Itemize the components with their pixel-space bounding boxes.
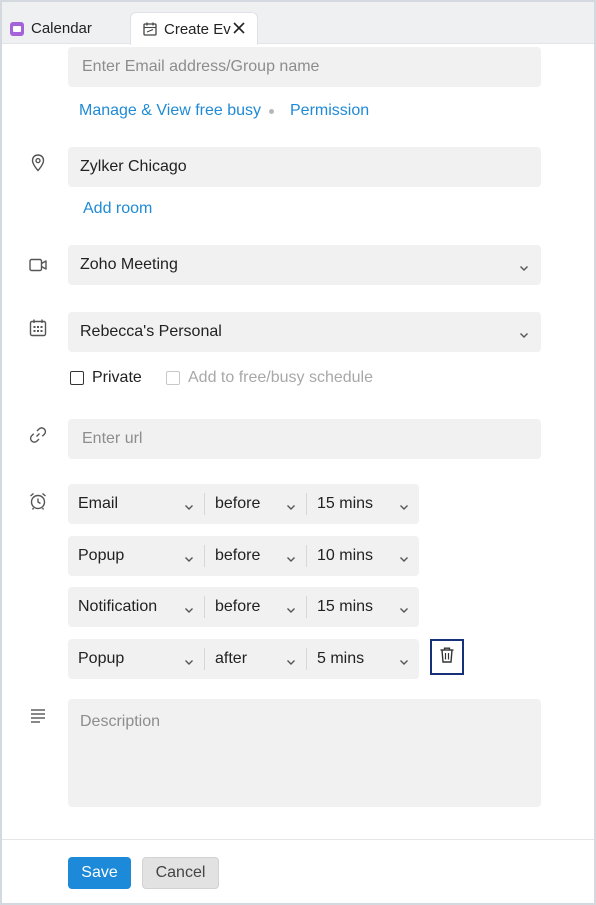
reminder-type-value: Popup xyxy=(78,547,125,564)
tab-calendar[interactable]: Calendar xyxy=(10,12,92,45)
meeting-provider-value: Zoho Meeting xyxy=(80,256,178,273)
meeting-provider-select[interactable]: Zoho Meeting xyxy=(68,245,541,285)
manage-free-busy-link[interactable]: Manage & View free busy xyxy=(79,102,261,120)
reminder-type-value: Notification xyxy=(78,598,158,615)
chevron-down-icon xyxy=(184,551,194,562)
chevron-down-icon xyxy=(286,654,296,665)
reminder-type-select[interactable]: Notification xyxy=(68,587,204,627)
create-event-window: Calendar Create Ev Enter Email address/G… xyxy=(0,0,596,905)
reminder-row: Notification before 15 mins xyxy=(68,587,419,627)
chevron-down-icon xyxy=(519,327,529,338)
chevron-down-icon xyxy=(399,654,409,665)
location-value: Zylker Chicago xyxy=(80,158,187,175)
tab-calendar-label: Calendar xyxy=(31,20,92,37)
url-input-field[interactable] xyxy=(68,419,541,459)
create-event-icon xyxy=(143,22,157,36)
freebusy-checkbox: Add to free/busy schedule xyxy=(166,369,373,387)
reminder-row: Popup after 5 mins xyxy=(68,639,419,679)
footer-divider xyxy=(2,839,594,840)
text-lines-icon xyxy=(28,706,48,726)
reminder-duration-value: 5 mins xyxy=(317,650,365,667)
save-button[interactable]: Save xyxy=(68,857,131,889)
calendar-select[interactable]: Rebecca's Personal xyxy=(68,312,541,352)
reminder-when-value: after xyxy=(215,650,248,667)
reminder-duration-value: 15 mins xyxy=(317,598,374,615)
reminder-when-value: before xyxy=(215,547,261,564)
reminder-when-select[interactable]: before xyxy=(205,587,306,627)
reminder-when-select[interactable]: before xyxy=(205,536,306,576)
chevron-down-icon xyxy=(519,260,529,271)
reminder-type-value: Email xyxy=(78,495,119,512)
permission-link[interactable]: Permission xyxy=(290,102,369,120)
chevron-down-icon xyxy=(399,602,409,613)
delete-reminder-button[interactable] xyxy=(430,639,464,675)
private-checkbox[interactable]: Private xyxy=(70,369,142,387)
reminder-duration-select[interactable]: 15 mins xyxy=(307,484,419,524)
tab-bar: Calendar Create Ev xyxy=(2,2,594,45)
tab-create-event-label: Create Ev xyxy=(164,20,231,38)
reminder-when-select[interactable]: after xyxy=(205,639,306,679)
chevron-down-icon xyxy=(286,551,296,562)
chevron-down-icon xyxy=(184,654,194,665)
chevron-down-icon xyxy=(399,499,409,510)
reminder-duration-select[interactable]: 5 mins xyxy=(307,639,419,679)
trash-icon xyxy=(438,646,456,669)
freebusy-label: Add to free/busy schedule xyxy=(188,369,374,386)
close-icon[interactable] xyxy=(231,20,247,36)
reminder-type-select[interactable]: Popup xyxy=(68,639,204,679)
calendar-grid-icon xyxy=(28,318,48,338)
add-room-link[interactable]: Add room xyxy=(83,200,152,218)
freebusy-checkbox-box xyxy=(166,371,180,385)
chevron-down-icon xyxy=(184,602,194,613)
chevron-down-icon xyxy=(399,551,409,562)
cancel-button[interactable]: Cancel xyxy=(142,857,219,889)
calendar-value: Rebecca's Personal xyxy=(80,323,222,340)
reminder-duration-value: 15 mins xyxy=(317,495,374,512)
private-checkbox-box[interactable] xyxy=(70,371,84,385)
description-placeholder: Description xyxy=(80,713,161,730)
reminder-duration-value: 10 mins xyxy=(317,547,374,564)
reminder-type-select[interactable]: Email xyxy=(68,484,204,524)
reminder-when-select[interactable]: before xyxy=(205,484,306,524)
reminder-duration-select[interactable]: 15 mins xyxy=(307,587,419,627)
reminder-type-value: Popup xyxy=(78,650,125,667)
private-label: Private xyxy=(92,369,142,386)
separator-dot xyxy=(269,109,274,114)
reminder-row: Popup before 10 mins xyxy=(68,536,419,576)
location-pin-icon xyxy=(28,153,48,173)
reminder-when-value: before xyxy=(215,495,261,512)
location-field[interactable]: Zylker Chicago xyxy=(68,147,541,187)
attendee-input[interactable] xyxy=(80,57,541,77)
reminder-row: Email before 15 mins xyxy=(68,484,419,524)
reminder-type-select[interactable]: Popup xyxy=(68,536,204,576)
alarm-clock-icon xyxy=(28,491,48,511)
chevron-down-icon xyxy=(286,602,296,613)
reminder-when-value: before xyxy=(215,598,261,615)
description-textarea[interactable]: Description xyxy=(68,699,541,807)
chevron-down-icon xyxy=(286,499,296,510)
url-input[interactable] xyxy=(80,429,541,449)
link-icon xyxy=(28,425,48,445)
video-camera-icon xyxy=(28,255,48,275)
attendee-input-field[interactable] xyxy=(68,47,541,87)
reminder-duration-select[interactable]: 10 mins xyxy=(307,536,419,576)
chevron-down-icon xyxy=(184,499,194,510)
tab-create-event[interactable]: Create Ev xyxy=(130,12,258,45)
calendar-app-icon xyxy=(10,21,24,36)
